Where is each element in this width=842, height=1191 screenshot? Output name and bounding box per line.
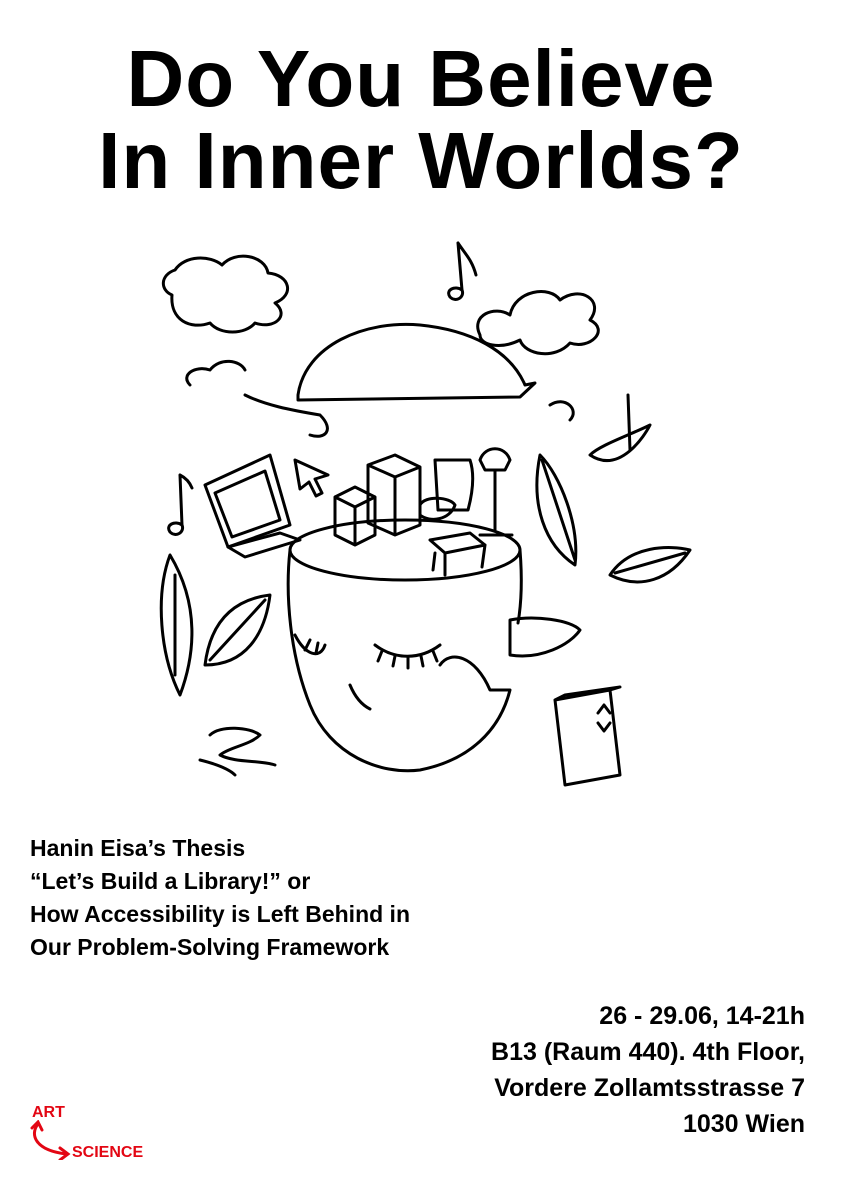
art-science-logo: ART SCIENCE [28,1100,168,1170]
plant-icon [508,423,692,658]
logo-arrow-icon [30,1120,71,1160]
cloud-icon [198,726,277,777]
inner-worlds-illustration [150,235,700,800]
event-room: B13 (Raum 440). 4th Floor, [491,1038,805,1066]
cloud-icon [161,254,290,334]
chair-icon [418,458,487,577]
event-details: 26 - 29.06, 14-21h B13 (Raum 440). 4th F… [285,998,805,1142]
music-note-icon [447,241,478,301]
cloud-icon [476,290,600,356]
thesis-line-subtitle-2: Our Problem-Solving Framework [30,934,390,960]
logo-science-text: SCIENCE [72,1144,144,1161]
leaf-icon [203,593,272,667]
music-note-icon [167,473,194,536]
box-icon [553,685,622,787]
head-icon [286,518,523,773]
dome-icon [296,322,537,402]
thesis-line-author: Hanin Eisa’s Thesis [30,835,246,861]
title-line-1: Do You Believe [126,34,716,123]
thesis-line-subtitle-1: How Accessibility is Left Behind in [30,901,410,927]
lamp-icon [478,447,514,537]
thesis-block: Hanin Eisa’s Thesis “Let’s Build a Libra… [30,832,630,964]
thesis-line-title: “Let’s Build a Library!” or [30,868,311,894]
laptop-icon [203,453,302,559]
box-icon [333,453,422,547]
cursor-icon [293,458,330,498]
title-line-2: In Inner Worlds? [98,116,744,205]
leaf-icon [159,553,194,697]
event-city: 1030 Wien [682,1110,805,1138]
event-date: 26 - 29.06, 14-21h [599,1002,805,1030]
poster-title: Do You Believe In Inner Worlds? [40,38,802,202]
event-street: Vordere Zollamtsstrasse 7 [494,1074,805,1102]
